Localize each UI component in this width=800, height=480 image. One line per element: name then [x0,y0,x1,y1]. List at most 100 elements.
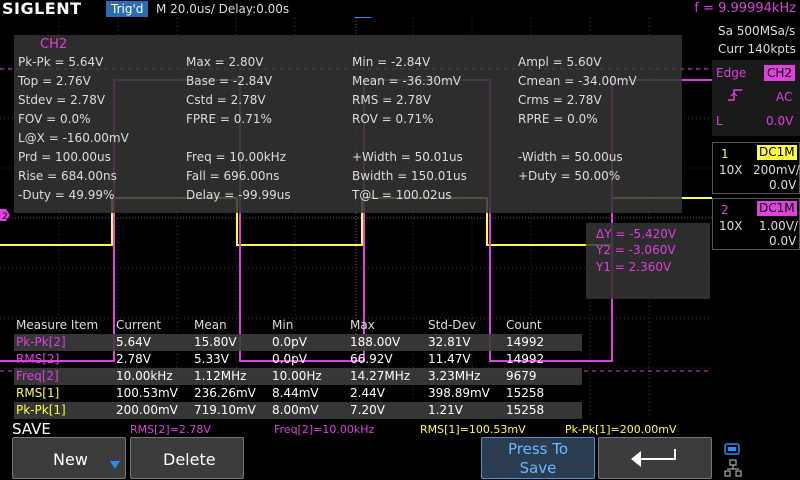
stat-value: +Width = 50.01us [352,150,463,164]
stat-value: FPRE = 0.71% [186,112,272,126]
channel-2-scale: 1.00V/ [759,219,798,233]
stat-value: -Width = 50.00us [518,150,623,164]
column-header: Current [116,318,162,332]
trigger-info-box[interactable]: Edge CH2 AC L 0.0V [712,60,800,136]
cursor-y1: Y1 = 2.360V [596,260,672,274]
table-cell: 0.0pV [272,352,307,366]
cursor-readout-box: ΔY = -5.420V Y2 = -3.060V Y1 = 2.360V [586,223,710,299]
table-cell: 7.20V [350,403,385,417]
stat-value: RMS = 2.78V [352,93,431,107]
table-cell: 14992 [506,335,545,349]
column-header: Max [350,318,375,332]
table-cell: 8.00mV [272,403,319,417]
table-row: Pk-Pk[1] 200.00mV 719.10mV 8.00mV 7.20V … [14,402,582,419]
stat-value: Min = -2.84V [352,55,431,69]
stat-value: Mean = -36.30mV [352,74,461,88]
table-cell: 32.81V [428,335,471,349]
press-to-save-label: Press To Save [507,440,569,477]
column-header: Std-Dev [428,318,476,332]
new-button[interactable]: New [12,437,126,479]
table-cell: 15258 [506,403,545,417]
stat-value: Max = 2.80V [186,55,264,69]
frequency-counter: f = 9.99994kHz [694,1,796,16]
channel-1-info[interactable]: 1 DC1M 10X 200mV/ 0.0V [712,142,800,194]
table-cell: 398.89mV [428,386,490,400]
table-cell: 0.0pV [272,335,307,349]
table-cell: 719.10mV [194,403,256,417]
cursor-y2: Y2 = -3.060V [596,243,676,257]
stat-value: Fall = 696.00ns [186,169,280,183]
trigger-source: CH2 [764,65,796,81]
column-header: Min [272,318,294,332]
memory-depth: Curr 140kpts [718,42,796,56]
top-status-bar: SIGLENT Trig'd M 20.0us/ Delay:0.00s f =… [0,0,800,18]
stat-value: Cmean = -34.00mV [518,74,637,88]
right-info-panel: Sa 500MSa/s Curr 140kpts Edge CH2 AC L 0… [712,18,800,480]
table-cell: 100.53mV [116,386,178,400]
ground-marker-icon[interactable]: 2 [0,209,10,221]
stat-value: Rise = 684.00ns [18,169,117,183]
measure-item: Pk-Pk[1] [16,403,66,417]
table-cell: 15258 [506,386,545,400]
stat-value: Crms = 2.78V [518,93,602,107]
status-freq2: Freq[2]=10.00kHz [274,423,375,436]
stat-value: Bwidth = 150.01us [352,169,467,183]
status-rms2: RMS[2]=2.78V [130,423,211,436]
table-cell: 2.44V [350,386,385,400]
rising-edge-icon [728,89,742,101]
stat-value: FOV = 0.0% [18,112,91,126]
stat-value: Prd = 100.00us [18,150,111,164]
channel-1-number: 1 [721,147,729,161]
trigger-mode: L [716,114,723,128]
sample-rate: Sa 500MSa/s [718,24,796,38]
table-cell: 3.23MHz [428,369,481,383]
menu-title: SAVE [12,420,51,438]
table-cell: 11.47V [428,352,471,366]
timebase-readout: M 20.0us/ Delay:0.00s [156,2,290,16]
stat-value: Freq = 10.00kHz [186,150,287,164]
stat-value: Delay = -99.99us [186,188,291,202]
table-cell: 15.80V [194,335,237,349]
table-row: Pk-Pk[2] 5.64V 15.80V 0.0pV 188.00V 32.8… [14,334,582,351]
stat-value: ROV = 0.71% [352,112,434,126]
chevron-down-icon [110,461,120,469]
column-header: Measure Item [16,318,99,332]
stats-title: CH2 [40,37,68,52]
delete-button[interactable]: Delete [130,437,244,479]
table-cell: 188.00V [350,335,401,349]
table-cell: 1.21V [428,403,463,417]
channel-1-probe: 10X [719,163,743,177]
return-button[interactable] [598,437,712,479]
new-button-label: New [53,450,88,469]
ch2-statistics-panel: CH2 Pk-Pk = 5.64V Max = 2.80V Min = -2.8… [14,35,682,213]
table-row: RMS[2] 2.78V 5.33V 0.0pV 66.92V 11.47V 1… [14,351,582,368]
table-cell: 10.00Hz [272,369,322,383]
table-cell: 236.26mV [194,386,256,400]
trigger-level: 0.0V [766,114,794,128]
channel-2-number: 2 [721,203,729,217]
stat-value: Ampl = 5.60V [518,55,602,69]
column-header: Mean [194,318,227,332]
channel-2-offset: 0.0V [769,234,797,248]
measure-item: RMS[2] [16,352,60,366]
network-icon [724,459,742,477]
table-cell: 66.92V [350,352,393,366]
table-cell: 1.12MHz [194,369,247,383]
stat-value: Stdev = 2.78V [18,93,106,107]
stat-value: Cstd = 2.78V [186,93,266,107]
table-cell: 5.33V [194,352,229,366]
trigger-status-badge: Trig'd [106,1,149,17]
trigger-coupling: AC [776,90,793,104]
measure-item: Pk-Pk[2] [16,335,66,349]
delete-button-label: Delete [163,450,216,469]
cursor-delta-y: ΔY = -5.420V [596,227,677,241]
status-pkpk1: Pk-Pk[1]=200.00mV [565,423,677,436]
measure-item: RMS[1] [16,386,60,400]
channel-2-info[interactable]: 2 DC1M 10X 1.00V/ 0.0V [712,198,800,250]
channel-1-offset: 0.0V [769,178,797,192]
table-cell: 9679 [506,369,537,383]
table-cell: 200.00mV [116,403,178,417]
press-to-save-button[interactable]: Press To Save [481,437,595,479]
stat-value: Base = -2.84V [186,74,273,88]
measure-item: Freq[2] [16,369,59,383]
